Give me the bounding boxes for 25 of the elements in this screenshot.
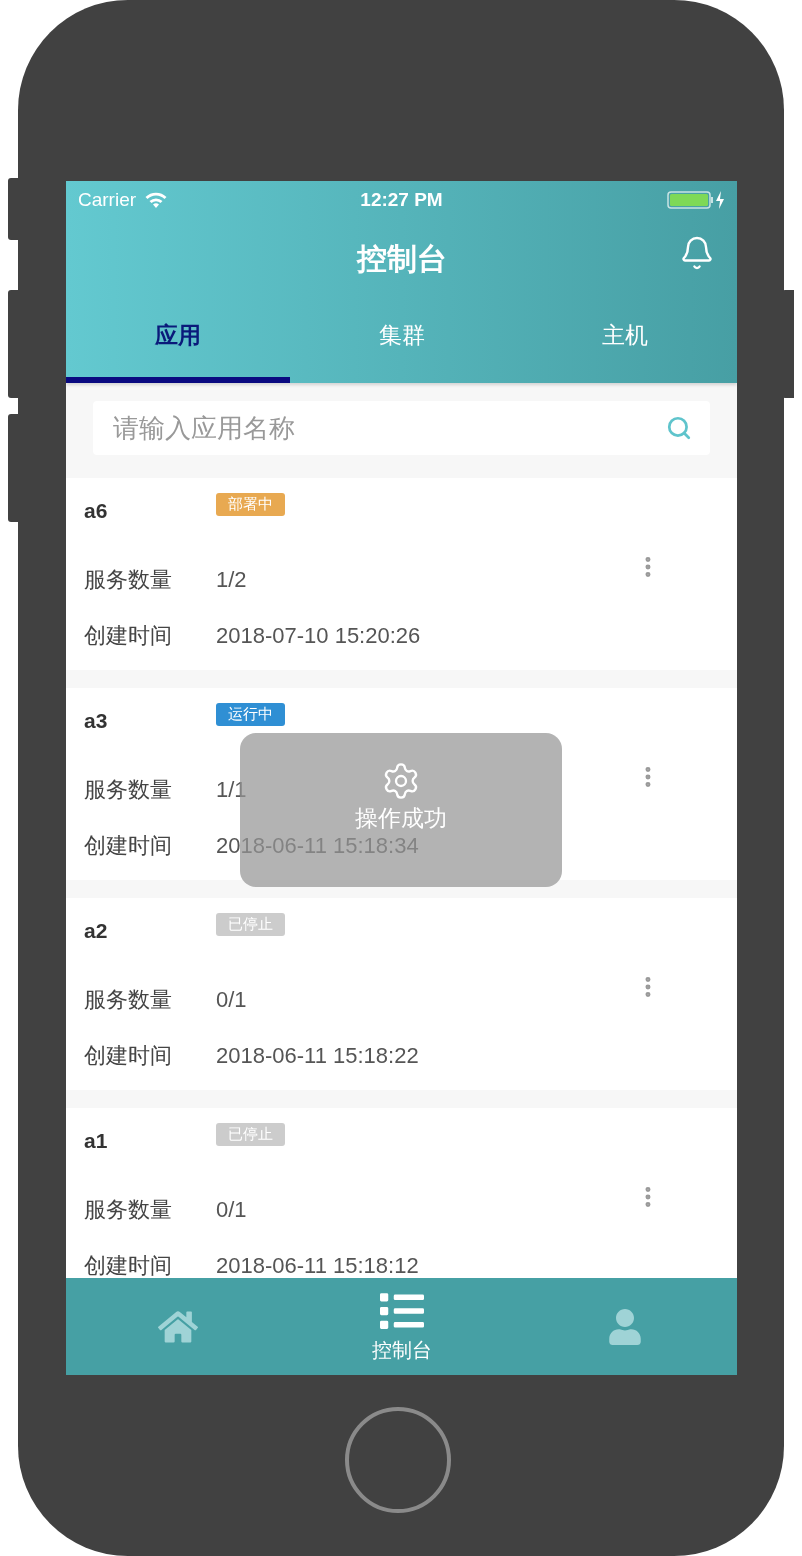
- app-name: a3: [84, 709, 109, 733]
- field-label: 服务数量: [84, 776, 173, 804]
- status-tag: 运行中: [216, 702, 285, 726]
- field-label: 创建时间: [84, 622, 173, 650]
- field-label: 创建时间: [84, 1252, 173, 1278]
- field-label: 服务数量: [84, 986, 173, 1014]
- app-name: a1: [84, 1129, 109, 1153]
- app-name: a2: [84, 919, 109, 943]
- carrier-label: Carrier: [78, 188, 137, 211]
- field-value: 2018-07-10 15:20:26: [216, 623, 421, 649]
- field-value: 2018-06-11 15:18:12: [216, 1253, 419, 1278]
- status-time: 12:27 PM: [360, 188, 443, 211]
- toast-message: 操作成功: [355, 804, 447, 833]
- status-tag: 部署中: [216, 492, 285, 516]
- field-label: 服务数量: [84, 566, 173, 594]
- app-name: a6: [84, 499, 109, 523]
- field-value: 1/2: [216, 567, 247, 593]
- field-value: 0/1: [216, 1197, 247, 1223]
- field-value: 2018-06-11 15:18:22: [216, 1043, 419, 1069]
- field-value: 1/1: [216, 777, 247, 803]
- field-label: 创建时间: [84, 832, 173, 860]
- page-title: 控制台: [356, 240, 447, 277]
- field-label: 创建时间: [84, 1042, 173, 1070]
- field-label: 服务数量: [84, 1196, 173, 1224]
- field-value: 0/1: [216, 987, 247, 1013]
